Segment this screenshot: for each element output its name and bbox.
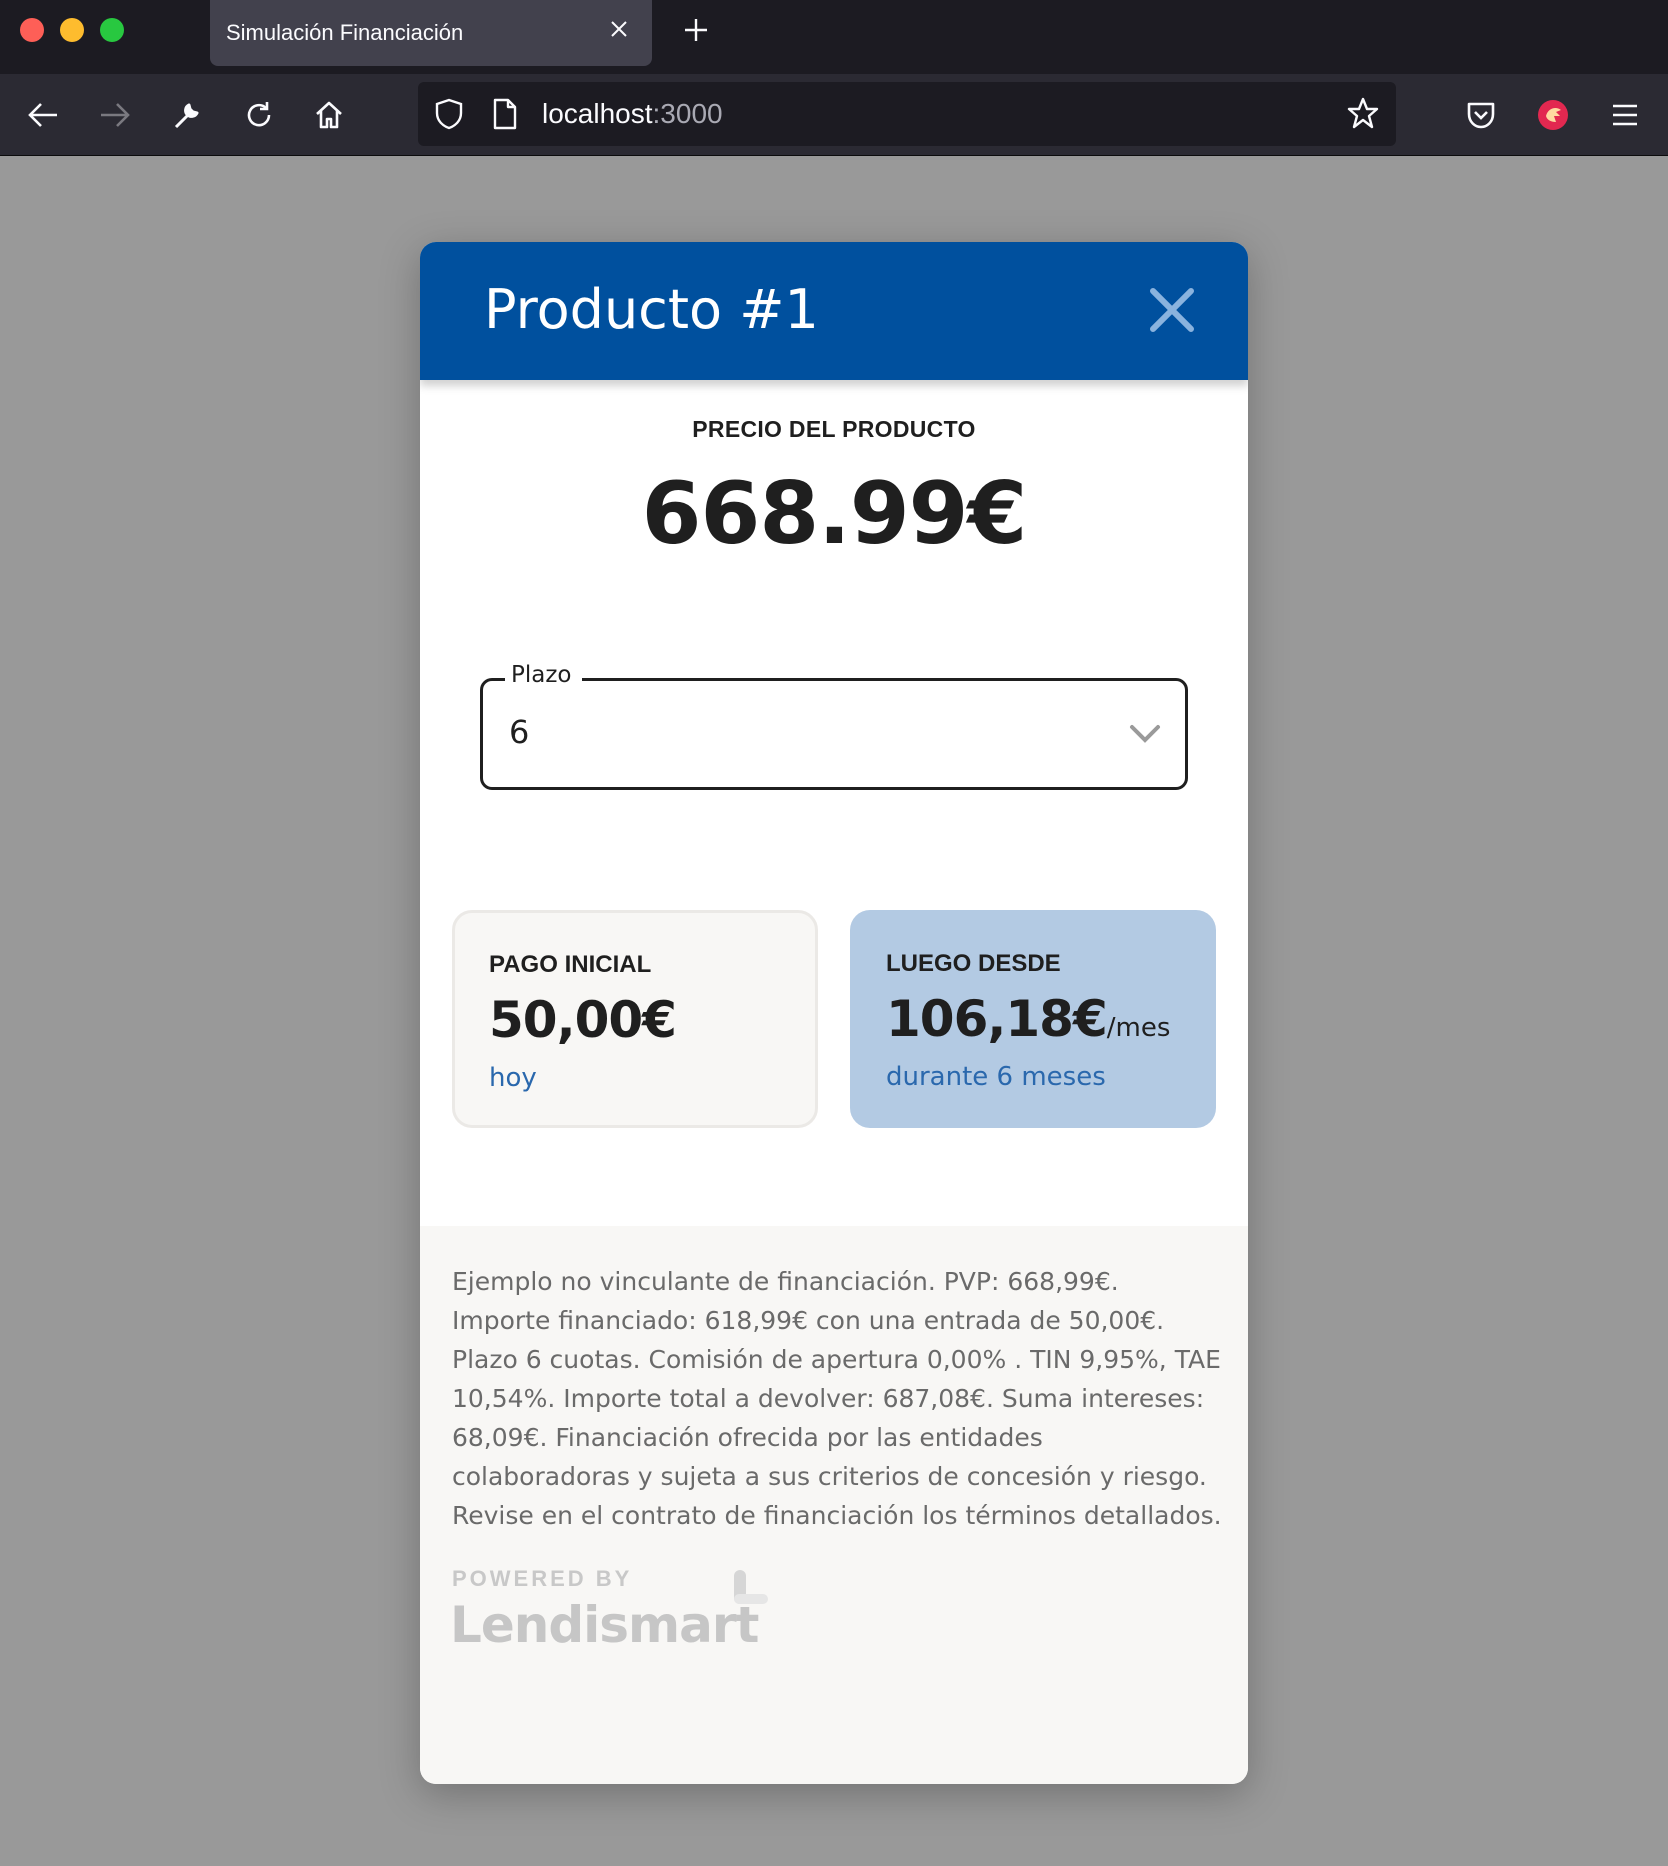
initial-payment-amount: 50,00€	[489, 991, 677, 1049]
tab-title: Simulación Financiación	[226, 20, 464, 45]
modal-header: Producto #1	[420, 242, 1248, 380]
forward-icon[interactable]	[92, 92, 138, 138]
extension-icon[interactable]	[1530, 92, 1576, 138]
menu-icon[interactable]	[1602, 92, 1648, 138]
window-close-button[interactable]	[20, 18, 44, 42]
tab-close-icon[interactable]	[604, 14, 634, 44]
initial-payment-sub: hoy	[489, 1063, 537, 1093]
financing-modal: Producto #1 PRECIO DEL PRODUCTO 668.99€ …	[420, 242, 1248, 1784]
monthly-payment-sub: durante 6 meses	[886, 1062, 1106, 1092]
monthly-payment-amount: 106,18€/mes	[886, 990, 1170, 1048]
initial-payment-label: PAGO INICIAL	[489, 951, 652, 978]
window-zoom-button[interactable]	[100, 18, 124, 42]
browser-tab[interactable]: Simulación Financiación	[210, 0, 652, 66]
window-minimize-button[interactable]	[60, 18, 84, 42]
term-select-value: 6	[509, 713, 530, 751]
initial-payment-card: PAGO INICIAL 50,00€ hoy	[452, 910, 818, 1128]
monthly-amount-value: 106,18€	[886, 990, 1108, 1048]
page-icon	[492, 98, 518, 135]
browser-navbar: localhost:3000	[0, 74, 1668, 156]
url-text[interactable]: localhost:3000	[542, 82, 723, 146]
url-port: :3000	[652, 98, 723, 129]
reload-icon[interactable]	[236, 92, 282, 138]
new-tab-icon[interactable]	[678, 12, 714, 48]
legal-text: Ejemplo no vinculante de financiación. P…	[452, 1267, 1222, 1530]
price-value: 668.99€	[641, 464, 1028, 564]
modal-title: Producto #1	[484, 278, 819, 341]
browser-titlebar: Simulación Financiación	[0, 0, 1668, 74]
monthly-payment-card: LUEGO DESDE 106,18€/mes durante 6 meses	[850, 910, 1216, 1128]
term-select-label: Plazo	[505, 662, 582, 688]
price-label: PRECIO DEL PRODUCTO	[692, 416, 976, 442]
monthly-amount-unit: /mes	[1106, 1013, 1171, 1043]
home-icon[interactable]	[306, 92, 352, 138]
brand-mark-icon	[730, 1568, 770, 1617]
chevron-down-icon[interactable]	[1127, 721, 1163, 747]
url-host: localhost	[542, 98, 653, 129]
pocket-icon[interactable]	[1458, 92, 1504, 138]
brand-name: Lendismart	[450, 1596, 759, 1654]
back-icon[interactable]	[20, 92, 66, 138]
close-icon[interactable]	[1144, 282, 1200, 338]
wrench-icon[interactable]	[164, 92, 210, 138]
bookmark-star-icon[interactable]	[1346, 96, 1380, 135]
powered-by-label: POWERED BY	[452, 1566, 633, 1591]
term-select[interactable]: Plazo 6	[480, 662, 1188, 790]
shield-icon[interactable]	[434, 98, 464, 135]
url-bar[interactable]: localhost:3000	[418, 82, 1396, 146]
legal-section: Ejemplo no vinculante de financiación. P…	[420, 1226, 1248, 1784]
monthly-payment-label: LUEGO DESDE	[886, 950, 1061, 977]
